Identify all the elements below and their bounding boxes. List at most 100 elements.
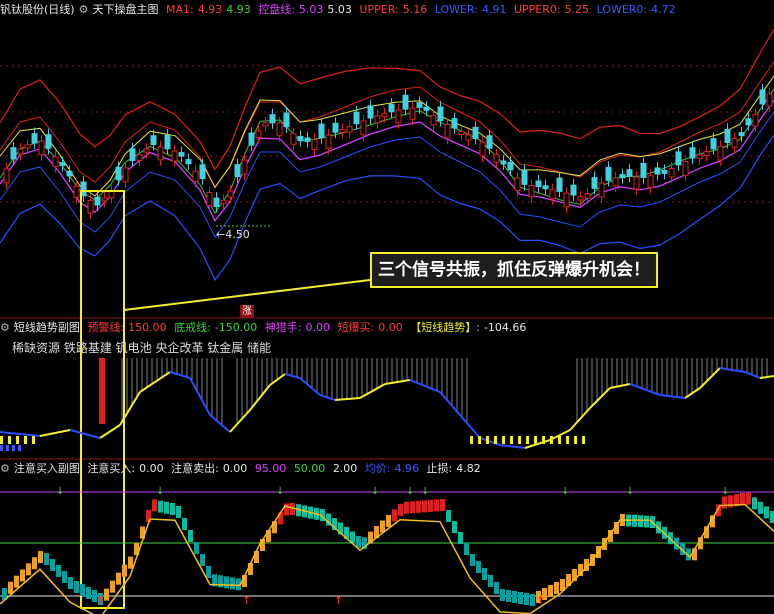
candlestick <box>346 126 353 133</box>
signal-tick <box>582 436 585 444</box>
momentum-block <box>434 499 439 512</box>
up-arrow-icon: ↑ <box>334 594 343 607</box>
signal-tick <box>486 436 489 444</box>
candlestick <box>17 148 24 155</box>
down-arrow-icon: ↓ <box>371 486 379 497</box>
bottom-panel-name[interactable]: 注意买入副图 <box>14 462 80 475</box>
candlestick <box>654 167 661 175</box>
up-arrow-icon: ↑ <box>96 594 105 607</box>
candlestick <box>94 196 101 206</box>
candlestick <box>437 106 444 122</box>
candlestick <box>633 176 640 190</box>
trend-line <box>384 379 411 385</box>
momentum-block <box>8 581 13 594</box>
candlestick <box>367 105 374 119</box>
candlestick <box>115 166 122 181</box>
candlestick <box>206 192 213 207</box>
candlestick <box>577 196 584 201</box>
candlestick <box>353 111 360 125</box>
signal-tick <box>24 436 27 444</box>
bottom-value: -150.00 <box>214 321 258 334</box>
momentum-block <box>410 501 415 514</box>
candlestick <box>640 162 647 178</box>
trend-line <box>334 397 361 401</box>
trend-line <box>409 379 441 393</box>
trend-line <box>209 414 231 433</box>
candlestick <box>45 134 52 149</box>
lower-value: 4.91 <box>481 3 507 16</box>
candlestick <box>626 169 633 177</box>
candlestick <box>689 147 696 159</box>
candlestick <box>52 156 59 168</box>
momentum-block <box>230 577 235 590</box>
candlestick <box>59 162 66 167</box>
trend-line <box>499 444 526 449</box>
candlestick <box>591 177 598 189</box>
v95-value: 95.00 <box>254 462 287 475</box>
momentum-block <box>476 561 481 573</box>
trend-line <box>629 383 661 396</box>
momentum-block <box>380 520 385 533</box>
v50-value: 50.00 <box>293 462 326 475</box>
bottom-gear-icon[interactable]: ⚙ <box>0 462 10 475</box>
candlestick <box>164 134 171 150</box>
trend-line <box>99 424 121 439</box>
candlestick <box>304 137 311 142</box>
chart-canvas: ↓ ↓ ↓ ↓ ↓ ↓ ↓ ↓ ↓ ↑ ↑ ↑ ↑ <box>0 28 774 614</box>
upper-label: UPPER: <box>359 3 399 16</box>
candlestick <box>143 148 150 153</box>
indicator-gear-icon[interactable]: ⚙ <box>79 3 89 16</box>
stop-value: 4.82 <box>456 462 481 475</box>
momentum-block <box>494 582 499 594</box>
mid-panel-header: ⚙ 短线趋势副图 预警线: 150.00 底戒线: -150.00 神猎手: 0.00 … <box>0 319 774 337</box>
candlestick <box>493 154 500 163</box>
candlestick <box>710 138 717 150</box>
candlestick <box>451 118 458 129</box>
trend-line <box>319 394 336 401</box>
candlestick <box>514 177 521 191</box>
signal-tick <box>470 436 473 444</box>
candlestick <box>3 168 10 184</box>
mid-gear-icon[interactable]: ⚙ <box>0 321 10 334</box>
candlestick <box>570 184 577 196</box>
momentum-block <box>422 500 427 513</box>
sell-label: 注意卖出: <box>171 462 219 475</box>
candlestick <box>724 128 731 143</box>
candlestick <box>339 128 346 133</box>
candlestick <box>500 160 507 165</box>
candlestick <box>745 118 752 126</box>
candlestick <box>150 135 157 146</box>
candlestick <box>31 133 38 144</box>
candlestick <box>605 166 612 181</box>
candlestick <box>325 134 332 149</box>
mid-panel-name[interactable]: 短线趋势副图 <box>14 321 80 334</box>
candlestick <box>472 126 479 140</box>
signal-tick <box>12 445 15 451</box>
candlestick <box>87 199 94 214</box>
candlestick <box>766 93 773 107</box>
signal-tick <box>0 445 3 451</box>
momentum-block <box>20 569 25 582</box>
trend-line <box>229 409 251 433</box>
trend-value: -104.66 <box>483 321 527 334</box>
momentum-block <box>194 542 199 554</box>
candlestick <box>171 150 178 162</box>
indicator-name[interactable]: 天下操盘主图 <box>92 3 158 16</box>
candlestick <box>199 164 206 180</box>
candlestick <box>731 137 738 148</box>
bottom-label: 底戒线: <box>174 321 211 334</box>
candlestick <box>717 145 724 161</box>
stock-title: 钒钛股份(日线) <box>0 3 75 16</box>
candlestick <box>465 134 472 141</box>
candlestick <box>444 124 451 139</box>
candlestick <box>556 177 563 192</box>
candlestick <box>612 177 619 187</box>
red-signal-bar <box>99 358 105 424</box>
momentum-block <box>158 500 163 513</box>
signal-tick <box>478 436 481 444</box>
main-panel-header: 钒钛股份(日线) ⚙ 天下操盘主图 MA1: 4.93 4.93 控盘线: 5.03 5.0… <box>0 1 774 19</box>
momentum-block <box>56 565 61 577</box>
candlestick <box>10 147 17 160</box>
candlestick <box>241 159 248 175</box>
momentum-block <box>722 496 727 509</box>
